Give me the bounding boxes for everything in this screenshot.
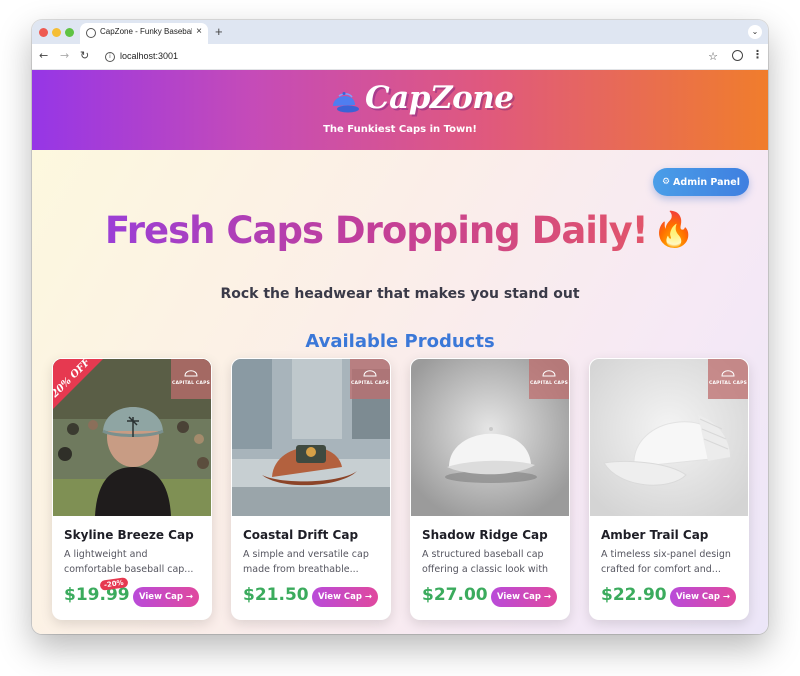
gear-icon: ⚙ xyxy=(661,177,671,187)
admin-panel-button[interactable]: ⚙ Admin Panel xyxy=(653,168,749,196)
watermark-cap-icon xyxy=(184,370,198,377)
tab-title: CapZone - Funky Baseball C xyxy=(100,27,192,36)
product-image[interactable]: CAPITAL CAPS xyxy=(411,359,569,516)
watermark-logo: CAPITAL CAPS xyxy=(708,359,748,399)
product-price: $21.50 xyxy=(243,585,309,605)
product-price: $27.00 xyxy=(422,585,488,605)
site-tagline: The Funkiest Caps in Town! xyxy=(323,124,477,135)
page-content: CapZone The Funkiest Caps in Town! ⚙ Adm… xyxy=(32,70,768,634)
browser-toolbar: ← → ↻ i localhost:3001 ☆ ⋮ xyxy=(32,44,768,70)
address-bar[interactable]: i localhost:3001 ☆ xyxy=(98,47,718,67)
product-price: $22.90 xyxy=(601,585,667,605)
globe-icon xyxy=(86,28,96,38)
product-name: Coastal Drift Cap xyxy=(243,528,359,542)
watermark-text: CAPITAL CAPS xyxy=(529,381,569,386)
product-description: A timeless six-panel design crafted for … xyxy=(601,549,731,575)
product-card[interactable]: CAPITAL CAPS Shadow Ridge Cap A structur… xyxy=(410,358,570,620)
reload-button[interactable]: ↻ xyxy=(80,49,89,62)
product-description: A lightweight and comfortable baseball c… xyxy=(64,549,194,575)
site-header: CapZone The Funkiest Caps in Town! xyxy=(32,70,768,150)
product-image[interactable]: CAPITAL CAPS xyxy=(232,359,390,516)
watermark-cap-icon xyxy=(363,370,377,377)
watermark-text: CAPITAL CAPS xyxy=(350,381,390,386)
product-description: A structured baseball cap offering a cla… xyxy=(422,549,549,575)
product-card[interactable]: 20% OFF CAPITAL CAPS Skyline Breeze Cap … xyxy=(52,358,212,620)
product-image[interactable]: 20% OFF CAPITAL CAPS xyxy=(53,359,211,516)
fire-icon: 🔥 xyxy=(652,210,696,250)
product-card[interactable]: CAPITAL CAPS Amber Trail Cap A timeless … xyxy=(589,358,749,620)
watermark-text: CAPITAL CAPS xyxy=(708,381,748,386)
new-tab-button[interactable]: + xyxy=(215,24,223,39)
watermark-text: CAPITAL CAPS xyxy=(171,381,211,386)
maximize-window-button[interactable] xyxy=(65,28,74,37)
bookmark-star-icon[interactable]: ☆ xyxy=(708,50,718,63)
profile-icon[interactable] xyxy=(732,50,743,61)
watermark-cap-icon xyxy=(721,370,735,377)
product-name: Shadow Ridge Cap xyxy=(422,528,548,542)
view-cap-button[interactable]: View Cap → xyxy=(312,587,378,607)
site-logo[interactable]: CapZone xyxy=(365,80,514,116)
tab-search-icon[interactable]: ⌄ xyxy=(748,25,762,39)
watermark-logo: CAPITAL CAPS xyxy=(350,359,390,399)
watermark-logo: CAPITAL CAPS xyxy=(171,359,211,399)
view-cap-button[interactable]: View Cap → xyxy=(670,587,736,607)
forward-button[interactable]: → xyxy=(60,49,69,62)
hero-title: Fresh Caps Dropping Daily! xyxy=(104,209,649,252)
watermark-cap-icon xyxy=(542,370,556,377)
url-text[interactable]: localhost:3001 xyxy=(120,51,178,61)
close-window-button[interactable] xyxy=(39,28,48,37)
minimize-window-button[interactable] xyxy=(52,28,61,37)
cap-logo-icon xyxy=(333,92,359,113)
hero-heading: Fresh Caps Dropping Daily! 🔥 xyxy=(32,209,768,252)
browser-tab[interactable]: CapZone - Funky Baseball C × xyxy=(80,23,208,44)
browser-window: CapZone - Funky Baseball C × + ⌄ ← → ↻ i… xyxy=(32,20,768,634)
site-info-icon[interactable]: i xyxy=(105,52,115,62)
browser-menu-icon[interactable]: ⋮ xyxy=(752,48,763,61)
view-cap-button[interactable]: View Cap → xyxy=(133,587,199,607)
view-cap-button[interactable]: View Cap → xyxy=(491,587,557,607)
hero-subtitle: Rock the headwear that makes you stand o… xyxy=(220,286,580,302)
watermark-logo: CAPITAL CAPS xyxy=(529,359,569,399)
section-title: Available Products xyxy=(305,331,495,352)
tab-bar: CapZone - Funky Baseball C × + ⌄ xyxy=(32,20,768,44)
product-image[interactable]: CAPITAL CAPS xyxy=(590,359,748,516)
product-card[interactable]: CAPITAL CAPS Coastal Drift Cap A simple … xyxy=(231,358,391,620)
admin-panel-label: Admin Panel xyxy=(673,176,741,188)
tab-close-icon[interactable]: × xyxy=(196,26,202,37)
product-name: Amber Trail Cap xyxy=(601,528,709,542)
product-description: A simple and versatile cap made from bre… xyxy=(243,549,369,575)
product-name: Skyline Breeze Cap xyxy=(64,528,194,542)
back-button[interactable]: ← xyxy=(39,49,48,62)
